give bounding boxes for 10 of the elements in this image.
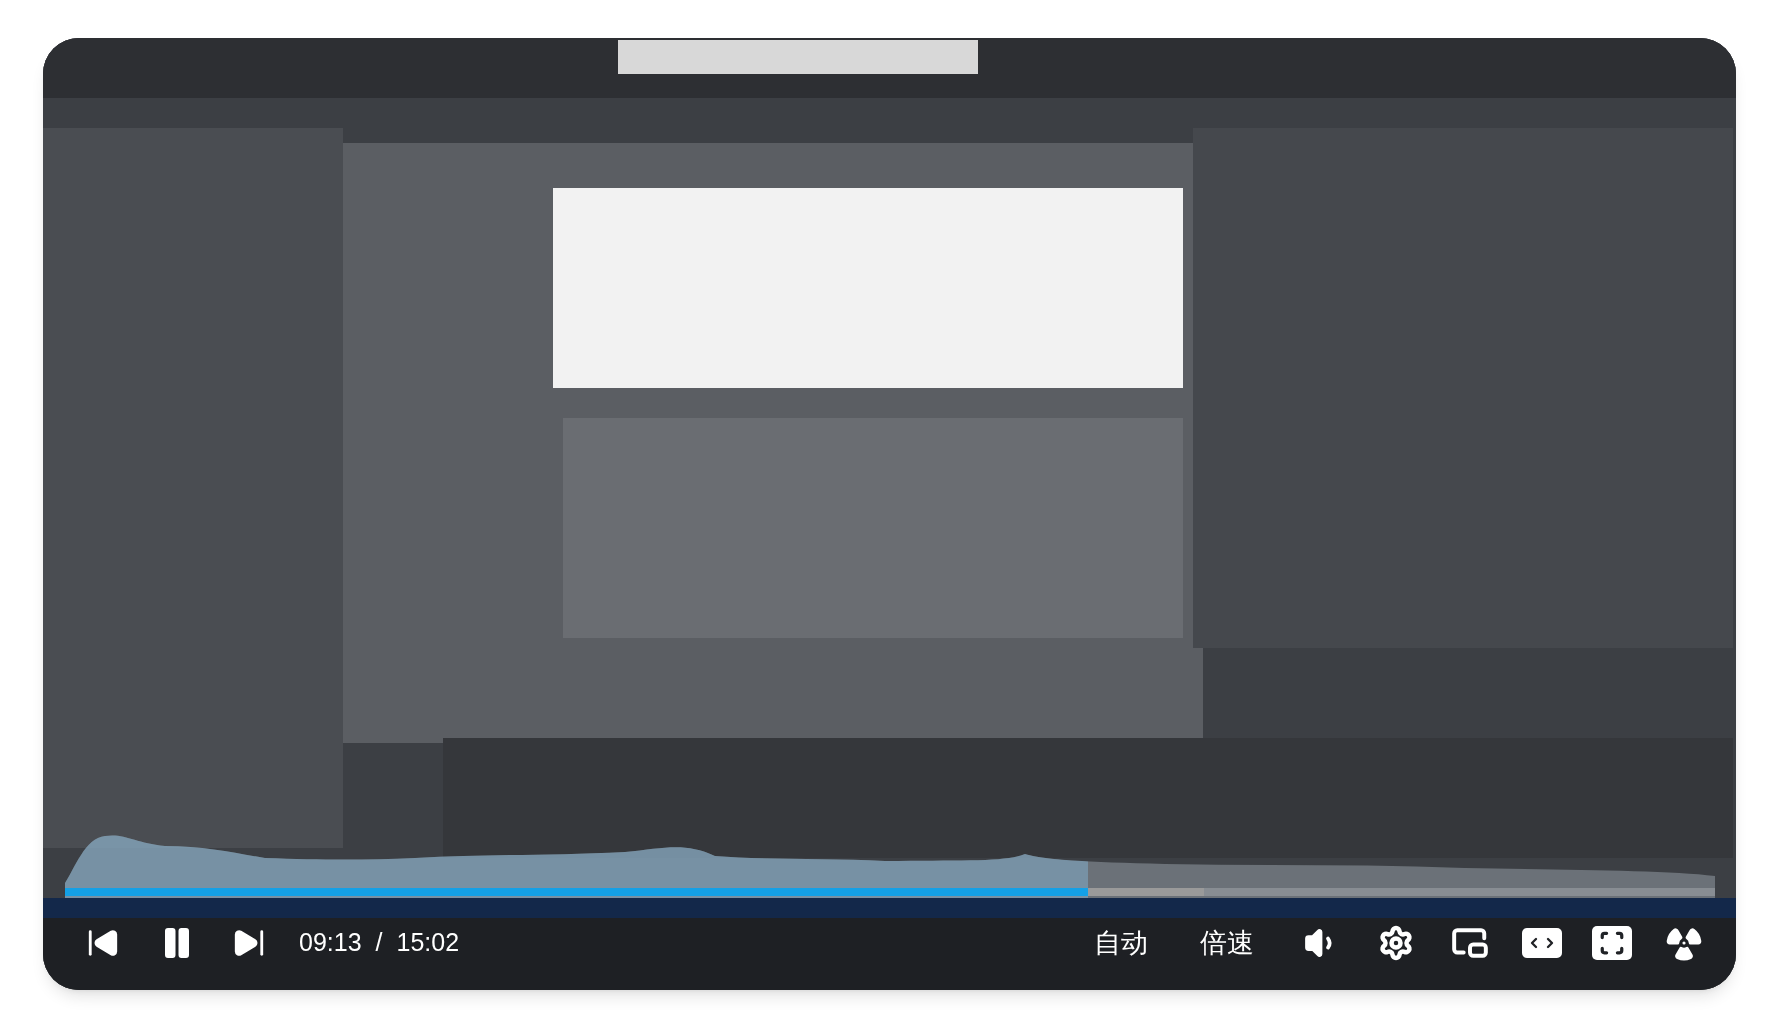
quality-button[interactable]: 自动 — [1090, 922, 1152, 964]
fullscreen-button[interactable] — [1592, 926, 1632, 960]
total-time: 15:02 — [396, 927, 460, 959]
widescreen-button[interactable] — [1522, 928, 1562, 958]
progress-track[interactable] — [65, 888, 1715, 896]
fullscreen-icon — [1599, 930, 1625, 956]
settings-icon — [1378, 925, 1414, 961]
current-time: 09:13 — [299, 927, 362, 959]
speed-button[interactable]: 倍速 — [1196, 922, 1258, 964]
time-separator: / — [375, 927, 383, 959]
